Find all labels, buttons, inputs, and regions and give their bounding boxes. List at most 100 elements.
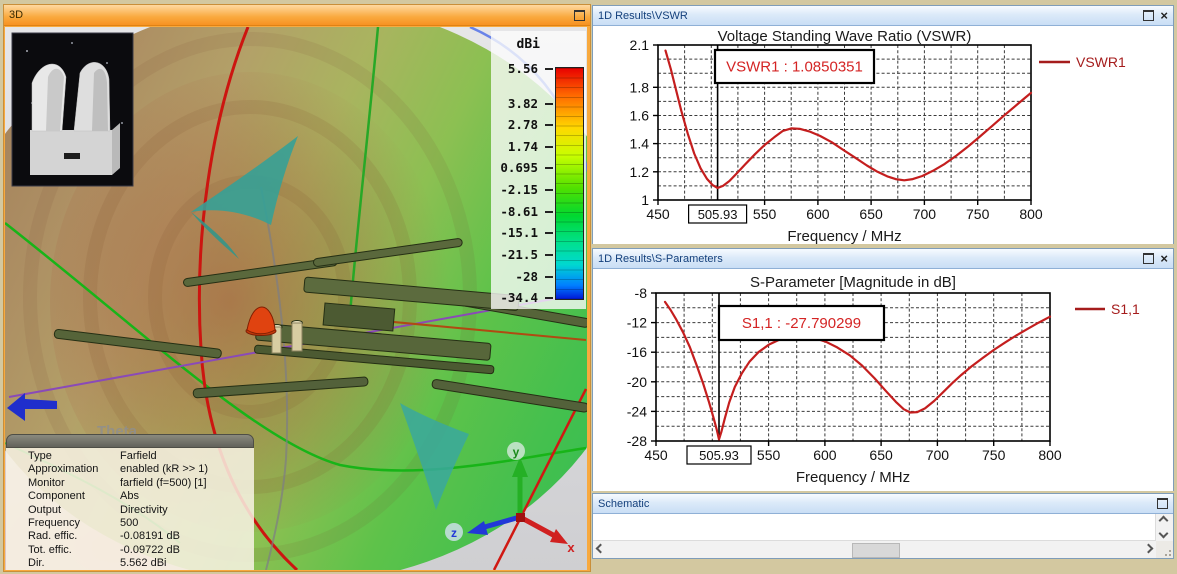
x-tick-label: 550 (753, 206, 777, 222)
marker-value-label: 505.93 (698, 207, 738, 222)
axis-label-y: y (513, 445, 520, 459)
axis-label-x: x (567, 540, 575, 555)
scrollbar-thumb[interactable] (851, 543, 900, 558)
x-tick-label: 600 (813, 447, 837, 463)
app-window: 3D y z x Theta dBi 5.56 3.82 2.78 1.74 0… (0, 0, 1177, 574)
close-icon[interactable]: × (1160, 252, 1168, 265)
colorbar-tick-label: 5.56 (507, 61, 538, 76)
schematic-canvas[interactable] (593, 514, 1156, 542)
schematic-panel-title: Schematic (598, 497, 650, 510)
sparam-titlebar[interactable]: 1D Results\S-Parameters × (593, 249, 1173, 269)
schematic-titlebar[interactable]: Schematic (593, 494, 1173, 514)
y-tick-label: -16 (627, 344, 647, 360)
info-label: Type (28, 450, 52, 462)
x-axis-title: Frequency / MHz (787, 228, 901, 244)
vswr-chart[interactable]: 2.1 1.8 1.6 1.4 1.2 1 450 550 600 650 700 750 800 505… (593, 26, 1173, 245)
info-value: -0.08191 dB (120, 530, 180, 543)
panel-sparam: 1D Results\S-Parameters × -8 -12 -16 -20 -24… (592, 248, 1174, 491)
y-tick-label: 1.2 (630, 164, 650, 180)
y-tick-label: 2.1 (630, 37, 650, 53)
x-tick-label: 650 (869, 447, 893, 463)
close-icon[interactable]: × (1160, 9, 1168, 22)
marker-annotation-text: S1,1 : -27.790299 (742, 315, 861, 332)
x-tick-label: 450 (644, 447, 668, 463)
model-thumbnail (11, 32, 134, 187)
y-tick-label: 1.8 (630, 79, 650, 95)
y-tick-label: 1.4 (630, 136, 650, 152)
info-value: 5.562 dBi (120, 557, 167, 570)
schematic-canvas-area (593, 514, 1173, 558)
info-box-handle[interactable] (6, 434, 254, 448)
info-label: Rad. effic. (28, 530, 78, 543)
marker-annotation-text: VSWR1 : 1.0850351 (726, 59, 863, 76)
x-tick-label: 450 (646, 206, 670, 222)
colorbar-tick-label: -2.15 (500, 182, 538, 197)
marker-value-label: 505.93 (699, 448, 739, 463)
maximize-icon[interactable] (574, 9, 585, 21)
info-label: Approximation (28, 463, 99, 476)
feed-cylinder (291, 322, 303, 352)
panel-3d-titlebar[interactable]: 3D (4, 5, 590, 26)
y-tick-label: -8 (635, 285, 648, 301)
scroll-down-icon[interactable] (1156, 527, 1171, 540)
panel-schematic: Schematic (592, 493, 1174, 559)
horizontal-scrollbar[interactable] (593, 540, 1156, 558)
info-label: Tot. effic. (28, 543, 72, 556)
y-tick-label: 1.6 (630, 108, 650, 124)
x-tick-label: 600 (806, 206, 830, 222)
y-tick-label: -12 (627, 315, 647, 331)
vertical-scrollbar[interactable] (1155, 514, 1173, 541)
maximize-icon[interactable] (1143, 10, 1155, 21)
colorbar-tick-label: 0.695 (500, 160, 538, 175)
sparam-chart[interactable]: -8 -12 -16 -20 -24 -28 450 550 600 650 700 750 800 50… (593, 269, 1173, 491)
x-axis-title: Frequency / MHz (796, 469, 910, 486)
x-tick-label: 700 (913, 206, 937, 222)
colorbar-tick-label: -28 (515, 269, 538, 284)
colorbar-tick-label: -21.5 (500, 247, 538, 262)
vswr-titlebar[interactable]: 1D Results\VSWR × (593, 6, 1173, 26)
info-label: Component (28, 490, 85, 503)
axis-label-z: z (451, 526, 457, 540)
x-tick-label: 650 (859, 206, 883, 222)
x-tick-label: 750 (982, 447, 1006, 463)
scroll-right-icon[interactable] (1141, 542, 1156, 555)
x-tick-label: 800 (1038, 447, 1062, 463)
chart-title: Voltage Standing Wave Ratio (VSWR) (718, 28, 972, 45)
vswr-panel-title: 1D Results\VSWR (598, 9, 688, 22)
x-tick-label: 800 (1019, 206, 1043, 222)
chart-title: S-Parameter [Magnitude in dB] (750, 274, 956, 291)
info-label: Frequency (28, 516, 80, 529)
x-tick-label: 750 (966, 206, 990, 222)
info-label: Dir. (28, 557, 45, 570)
farfield-info-box: Type Farfield Approximation enabled (kR >>… (6, 434, 254, 570)
resize-grip[interactable] (1156, 541, 1173, 558)
info-label: Output (28, 503, 62, 516)
info-value: Abs (120, 490, 139, 503)
sparam-panel-title: 1D Results\S-Parameters (598, 252, 723, 265)
colorbar: dBi 5.56 3.82 2.78 1.74 0.695 -2.15 -8.6… (491, 31, 586, 309)
info-value: enabled (kR >> 1) (120, 463, 209, 476)
info-label: Monitor (28, 476, 65, 489)
colorbar-tick-label: 3.82 (507, 96, 538, 111)
3d-viewport[interactable]: y z x Theta dBi 5.56 3.82 2.78 1.74 0.69… (5, 27, 587, 570)
scroll-up-icon[interactable] (1156, 514, 1171, 527)
maximize-icon[interactable] (1157, 498, 1168, 509)
colorbar-tick-label: -8.61 (500, 204, 538, 219)
colorbar-tick-label: 1.74 (507, 139, 538, 154)
colorbar-unit: dBi (516, 37, 540, 52)
colorbar-tick-label: -15.1 (500, 225, 538, 240)
x-tick-label: 700 (926, 447, 950, 463)
scroll-left-icon[interactable] (593, 542, 608, 555)
x-tick-label: 550 (757, 447, 781, 463)
legend-label[interactable]: VSWR1 (1076, 54, 1126, 70)
colorbar-tick-label: -34.4 (500, 290, 538, 305)
y-tick-label: -24 (627, 403, 647, 419)
legend-label[interactable]: S1,1 (1111, 301, 1140, 317)
y-tick-label: -20 (627, 374, 647, 390)
panel-3d-title: 3D (9, 9, 24, 21)
colorbar-gradient (555, 67, 584, 300)
info-value: Farfield (120, 450, 157, 462)
maximize-icon[interactable] (1143, 253, 1155, 264)
colorbar-tick-label: 2.78 (507, 117, 538, 132)
panel-3d: 3D y z x Theta dBi 5.56 3.82 2.78 1.74 0… (3, 4, 591, 572)
